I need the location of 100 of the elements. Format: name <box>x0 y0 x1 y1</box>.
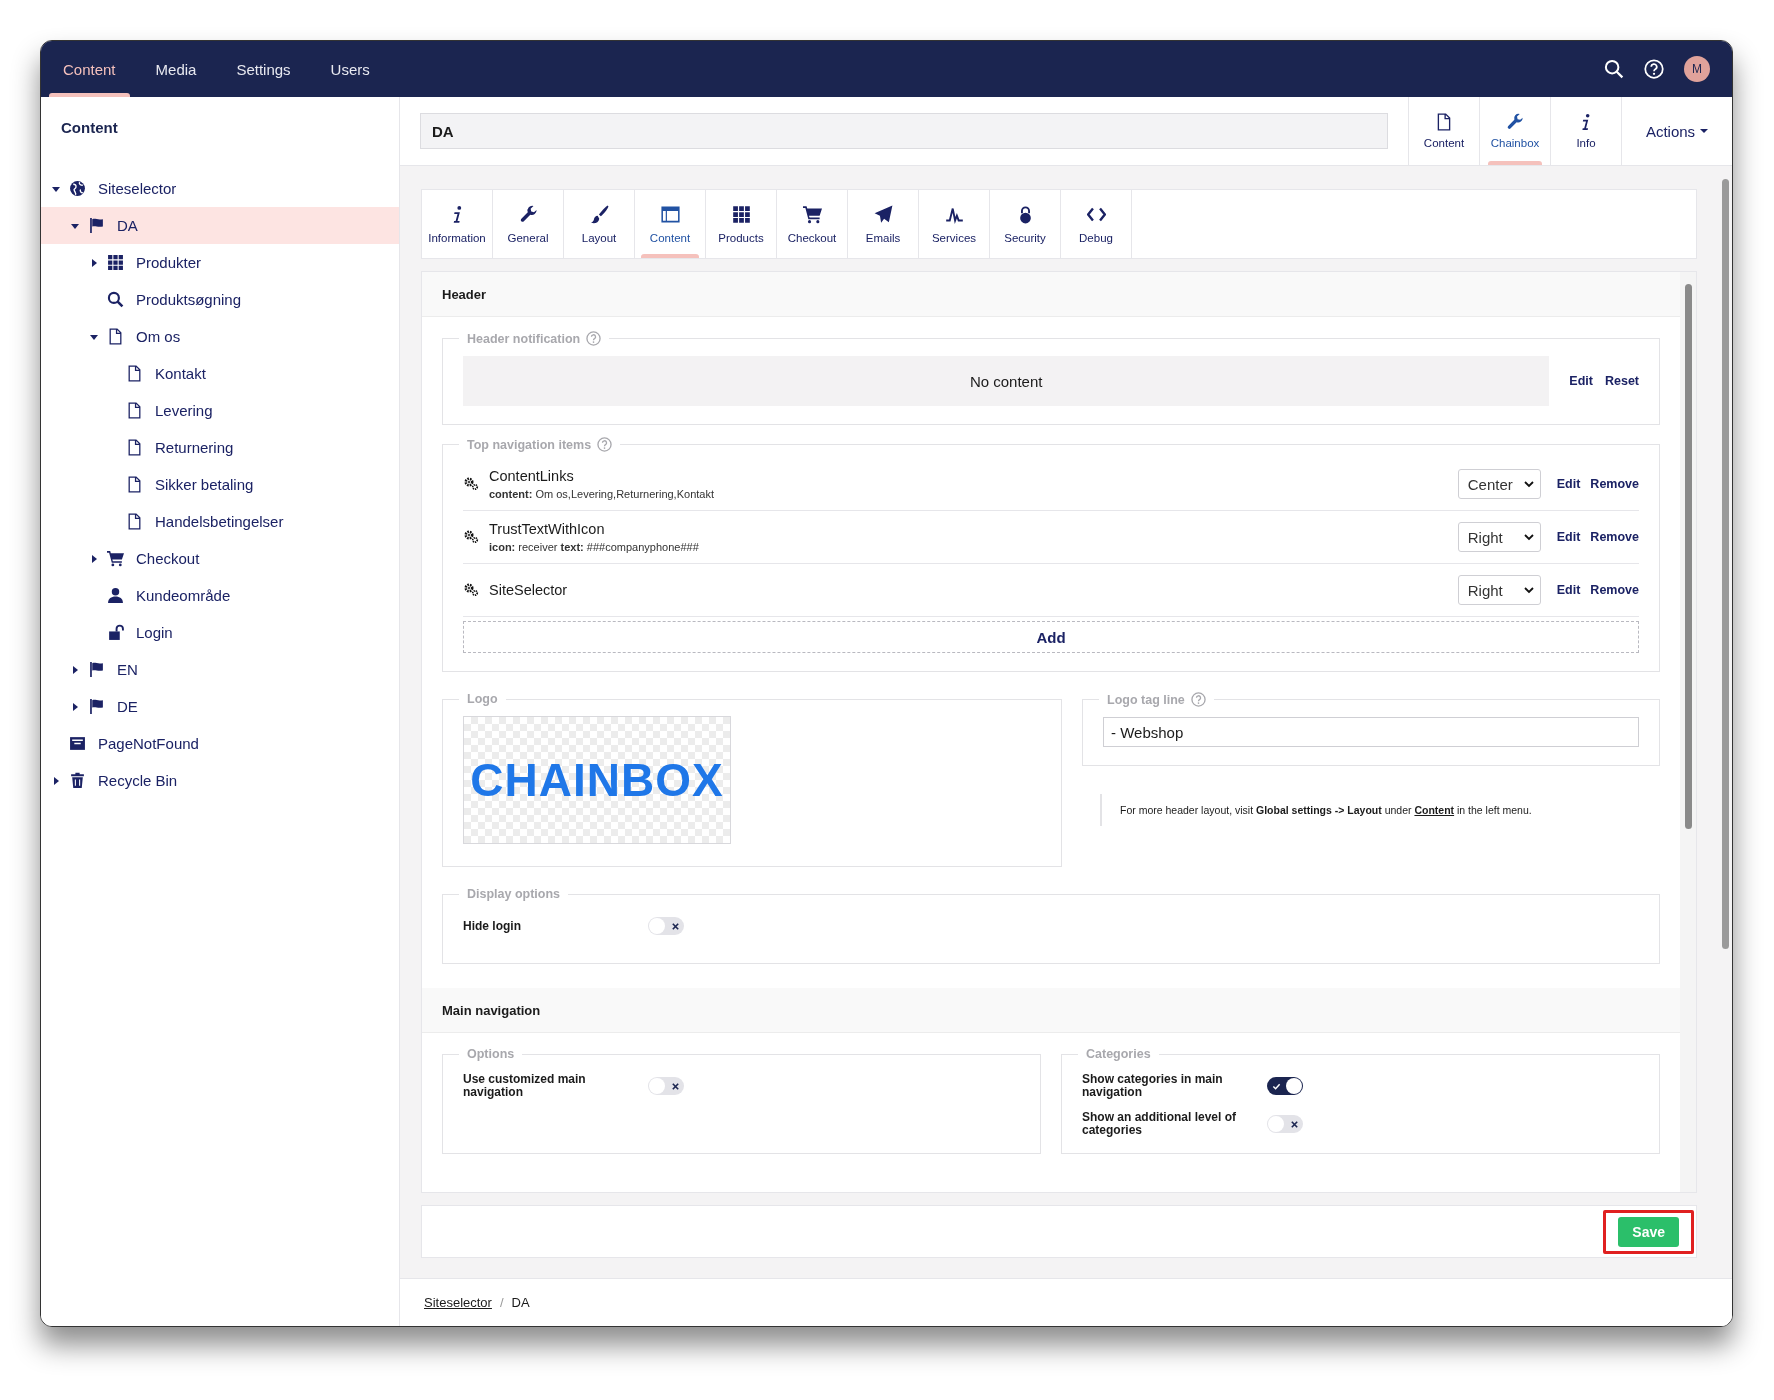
tree-row[interactable]: Kontakt <box>41 355 399 392</box>
archive-icon <box>69 735 86 752</box>
flag-icon <box>88 661 105 678</box>
action-link[interactable]: Edit <box>1569 374 1593 388</box>
action-link[interactable]: Edit <box>1556 477 1581 491</box>
tree-row[interactable]: Produkter <box>41 244 399 281</box>
cross-icon <box>1290 1119 1299 1129</box>
name-field[interactable]: DA <box>420 113 1388 149</box>
caret-icon[interactable] <box>90 554 98 563</box>
page-icon <box>126 402 143 419</box>
tree-item-label[interactable]: Returnering <box>155 439 234 456</box>
tree-item-label[interactable]: Login <box>136 624 173 641</box>
section-tab[interactable]: Emails <box>848 190 919 258</box>
add-button[interactable]: Add <box>463 621 1639 653</box>
tree-row[interactable]: DE <box>41 688 399 725</box>
section-tab[interactable]: Content <box>635 190 706 258</box>
toggle-label: Use customized main navigation <box>463 1073 587 1099</box>
top-nav-tab[interactable]: Media <box>135 41 217 97</box>
tree-item-label[interactable]: EN <box>117 661 138 678</box>
scrollbar[interactable] <box>1680 272 1696 1192</box>
action-link[interactable]: Remove <box>1590 583 1639 597</box>
section-header: Header <box>422 272 1680 317</box>
nav-item-name: SiteSelector <box>489 582 569 598</box>
tree-row[interactable]: Checkout <box>41 540 399 577</box>
logo-preview[interactable]: CHAINBOX <box>463 716 731 844</box>
nav-item-name: TrustTextWithIcon <box>489 521 606 537</box>
section-tab[interactable]: Layout <box>564 190 635 258</box>
action-link[interactable]: Remove <box>1590 477 1639 491</box>
position-select[interactable]: Right <box>1457 522 1541 552</box>
tree-row[interactable]: Returnering <box>41 429 399 466</box>
tree-item-label[interactable]: DA <box>117 217 138 234</box>
section-tab[interactable]: Information <box>422 190 493 258</box>
tree-item-label[interactable]: DE <box>117 698 138 715</box>
top-nav-tab[interactable]: Settings <box>216 41 311 97</box>
caret-icon[interactable] <box>90 332 98 341</box>
section-tab[interactable]: Security <box>990 190 1061 258</box>
action-link[interactable]: Edit <box>1556 530 1581 544</box>
position-select[interactable]: Center <box>1457 469 1541 499</box>
sidebar-title: Content <box>60 118 119 138</box>
content-link[interactable]: Content <box>1414 804 1455 816</box>
tree-row[interactable]: Om os <box>41 318 399 355</box>
action-link[interactable]: Edit <box>1556 583 1581 597</box>
tree-row[interactable]: Login <box>41 614 399 651</box>
breadcrumb-link[interactable]: Siteselector <box>424 1295 492 1310</box>
tree-row[interactable]: Kundeområde <box>41 577 399 614</box>
section-tab[interactable]: General <box>493 190 564 258</box>
toggle-switch[interactable] <box>648 917 684 935</box>
tree-row[interactable]: Produktsøgning <box>41 281 399 318</box>
section-tab[interactable]: Products <box>706 190 777 258</box>
tag-line-field[interactable]: - Webshop <box>1103 717 1639 747</box>
section-tab[interactable]: Checkout <box>777 190 848 258</box>
fieldset-legend: Logo tag line <box>1107 692 1185 707</box>
caret-icon[interactable] <box>90 258 98 267</box>
tree-row[interactable]: Sikker betaling <box>41 466 399 503</box>
tree-item-label[interactable]: Om os <box>136 328 181 345</box>
flag-icon <box>88 698 105 715</box>
section-tab[interactable]: Services <box>919 190 990 258</box>
tree-item-label[interactable]: Kundeområde <box>136 587 231 604</box>
top-nav-tab[interactable]: Users <box>310 41 390 97</box>
caret-icon[interactable] <box>71 665 79 674</box>
toggle-switch[interactable] <box>1267 1077 1303 1095</box>
tree-row[interactable]: PageNotFound <box>41 725 399 762</box>
app-tab[interactable]: Info <box>1550 97 1621 165</box>
top-nav-tab[interactable]: Content <box>43 41 136 97</box>
tree-row[interactable]: DA <box>41 207 399 244</box>
tree-item-label[interactable]: Handelsbetingelser <box>155 513 284 530</box>
tree-item-label[interactable]: Levering <box>155 402 213 419</box>
tree-item-label[interactable]: Produktsøgning <box>136 291 242 308</box>
tree-item-label[interactable]: Produkter <box>136 254 202 271</box>
tree-item-label[interactable]: Checkout <box>136 550 200 567</box>
app-tab[interactable]: Chainbox <box>1479 97 1550 165</box>
tree-item-label[interactable]: Sikker betaling <box>155 476 254 493</box>
caret-icon[interactable] <box>52 776 60 785</box>
brush-icon <box>589 204 609 224</box>
tree-row[interactable]: Handelsbetingelser <box>41 503 399 540</box>
tree-item-label[interactable]: Kontakt <box>155 365 206 382</box>
search-icon[interactable] <box>1604 59 1624 79</box>
app-tab[interactable]: Content <box>1408 97 1479 165</box>
caret-icon[interactable] <box>52 184 60 193</box>
caret-icon[interactable] <box>71 702 79 711</box>
page-icon <box>107 328 124 345</box>
position-select[interactable]: Right <box>1457 575 1541 605</box>
cart-icon <box>107 550 124 567</box>
tree-item-label[interactable]: Recycle Bin <box>98 772 178 789</box>
tree-row[interactable]: Levering <box>41 392 399 429</box>
tree-item-label[interactable]: PageNotFound <box>98 735 199 752</box>
section-tab[interactable]: Debug <box>1061 190 1132 258</box>
action-link[interactable]: Reset <box>1604 374 1639 388</box>
tree-item-label[interactable]: Siteselector <box>98 180 177 197</box>
flag-icon <box>88 217 105 234</box>
toggle-switch[interactable] <box>648 1077 684 1095</box>
actions-menu[interactable]: Actions <box>1621 97 1732 165</box>
caret-icon[interactable] <box>71 221 79 230</box>
unlocked-icon <box>107 624 124 641</box>
tree-row[interactable]: Siteselector <box>41 170 399 207</box>
tree-row[interactable]: Recycle Bin <box>41 762 399 799</box>
action-link[interactable]: Remove <box>1590 530 1639 544</box>
toggle-switch[interactable] <box>1267 1115 1303 1133</box>
tree-row[interactable]: EN <box>41 651 399 688</box>
user-avatar[interactable]: M <box>1684 56 1710 82</box>
